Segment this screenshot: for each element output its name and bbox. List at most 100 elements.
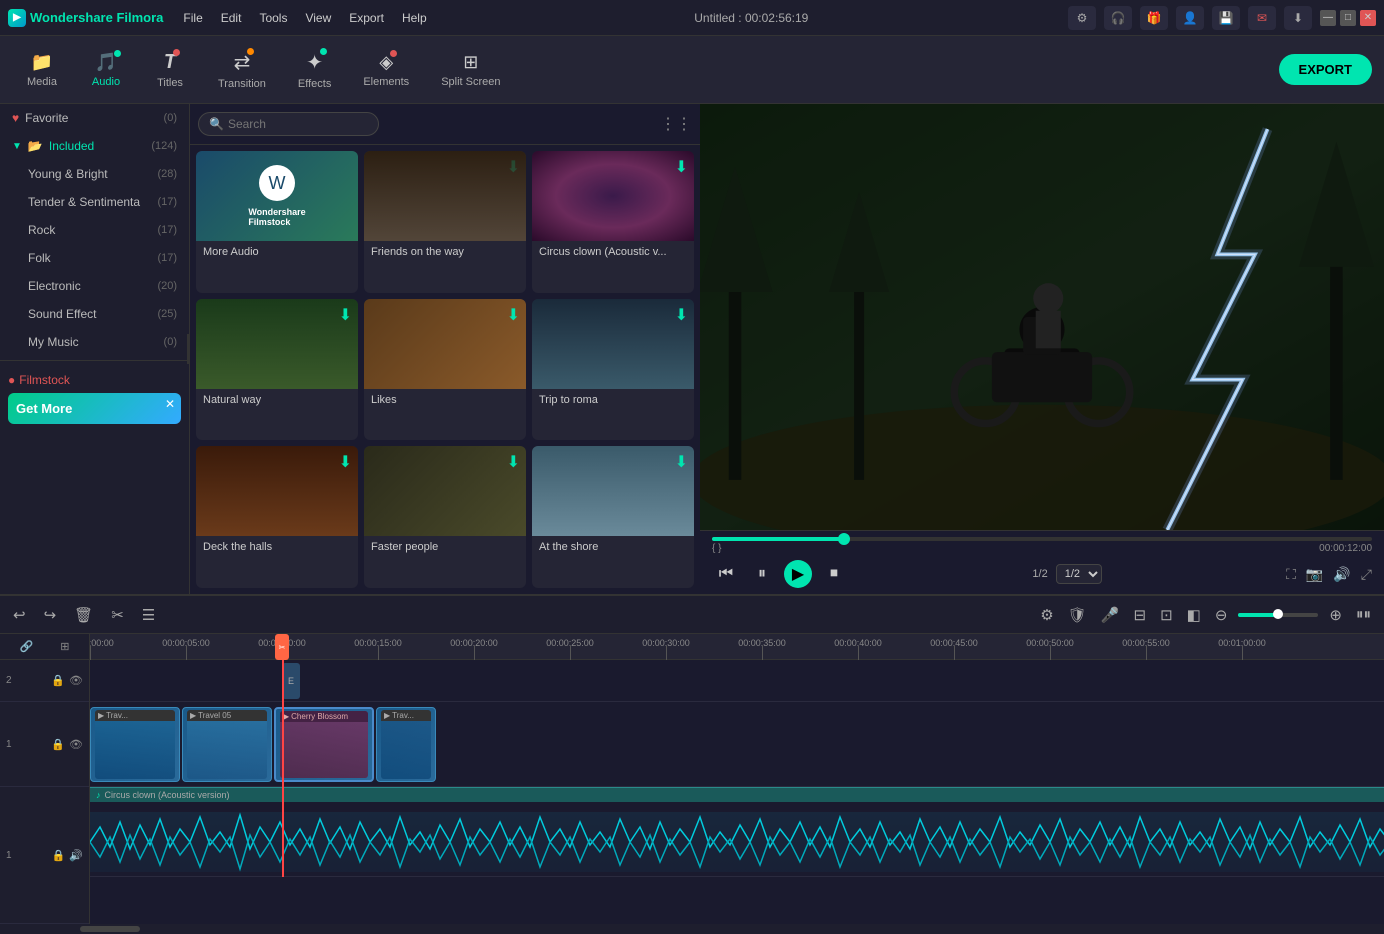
shield-icon[interactable]: 🛡 — [1065, 603, 1090, 627]
sidebar-my-music[interactable]: My Music (0) — [0, 328, 189, 356]
track-1-eye-icon[interactable]: 👁 — [69, 738, 83, 751]
minimize-button[interactable]: — — [1320, 10, 1336, 26]
clip-cherry[interactable]: ▶Cherry Blossom — [274, 707, 374, 782]
track-1-lock-icon[interactable]: 🔒 — [51, 738, 65, 751]
audio-1-lock-icon[interactable]: 🔒 — [52, 849, 66, 862]
playhead-top[interactable]: ✂ — [275, 634, 289, 660]
audio-1-volume-icon[interactable]: 🔊 — [69, 849, 83, 862]
tool-elements[interactable]: ◈ Elements — [349, 46, 423, 94]
card-more-audio[interactable]: W WondershareFilmstock More Audio — [196, 151, 358, 293]
progress-thumb[interactable] — [838, 533, 850, 545]
zoom-thumb[interactable] — [1273, 609, 1283, 619]
undo-icon[interactable]: ↩ — [10, 603, 29, 627]
card-likes[interactable]: ⬇ Likes — [364, 299, 526, 441]
tool-media[interactable]: 📁 Media — [12, 46, 72, 94]
fullscreen-icon[interactable]: ⛶ — [1286, 566, 1296, 583]
search-input[interactable] — [228, 117, 368, 131]
card-circus-clown[interactable]: ⬇ Circus clown (Acoustic v... — [532, 151, 694, 293]
clip-travel-1[interactable]: ▶Trav... — [90, 707, 180, 782]
play-button[interactable]: ▶ — [784, 560, 812, 588]
download-shore-icon[interactable]: ⬇ — [675, 452, 688, 472]
tracks-area[interactable]: 00:00:00:00 00:00:05:00 00:00:10:00 00:0… — [90, 634, 1384, 924]
card-natural-way[interactable]: ⬇ Natural way — [196, 299, 358, 441]
menu-edit[interactable]: Edit — [213, 9, 250, 27]
zoom-slider[interactable] — [1238, 613, 1318, 617]
stop-button[interactable]: ⏹ — [820, 560, 848, 588]
cut-icon[interactable]: ✂ — [108, 603, 127, 627]
sidebar-electronic[interactable]: Electronic (20) — [0, 272, 189, 300]
close-banner-button[interactable]: ✕ — [165, 397, 175, 411]
menu-tools[interactable]: Tools — [251, 9, 295, 27]
sidebar-young-bright[interactable]: Young & Bright (28) — [0, 160, 189, 188]
export-button[interactable]: EXPORT — [1279, 54, 1372, 85]
zoom-in-icon[interactable]: ⊕ — [1326, 603, 1345, 627]
volume-icon[interactable]: 🔊 — [1333, 566, 1350, 583]
filmstock-banner[interactable]: ✕ Get More — [8, 393, 181, 424]
grid-options-icon[interactable]: ⋮⋮ — [660, 114, 692, 134]
sidebar-tender[interactable]: Tender & Sentimenta (17) — [0, 188, 189, 216]
save-icon[interactable]: 💾 — [1212, 6, 1240, 30]
download-trip-icon[interactable]: ⬇ — [675, 305, 688, 325]
tool-effects[interactable]: ✦ Effects — [284, 44, 345, 96]
search-input-wrap[interactable]: 🔍 — [198, 112, 379, 136]
step-back-button[interactable]: ⏮ — [712, 560, 740, 588]
tool-titles[interactable]: T Titles — [140, 45, 200, 95]
tool-splitscreen[interactable]: ⊞ Split Screen — [427, 46, 514, 94]
progress-bar[interactable] — [712, 537, 1372, 541]
mic-icon[interactable]: 🎤 — [1098, 603, 1123, 627]
expand-icon[interactable]: ⤢ — [1361, 566, 1372, 583]
menu-export[interactable]: Export — [341, 9, 392, 27]
gift-icon[interactable]: 🎁 — [1140, 6, 1168, 30]
card-deck-halls[interactable]: ⬇ Deck the halls — [196, 446, 358, 588]
magnet-icon[interactable]: ⊞ — [60, 640, 69, 653]
sidebar-folk[interactable]: Folk (17) — [0, 244, 189, 272]
detach-icon[interactable]: ⊟ — [1130, 603, 1149, 627]
download-likes-icon[interactable]: ⬇ — [507, 305, 520, 325]
scroll-thumb[interactable] — [80, 926, 140, 932]
zoom-out-icon[interactable]: ⊖ — [1212, 603, 1231, 627]
mail-icon[interactable]: ✉ — [1248, 6, 1276, 30]
tool-transition[interactable]: ⇄ Transition — [204, 44, 280, 96]
sidebar-favorite[interactable]: ♥ Favorite (0) — [0, 104, 189, 132]
timeline-scroll[interactable] — [0, 924, 1384, 934]
sidebar-included[interactable]: ▼ 📂 Included (124) — [0, 132, 189, 160]
track-1-controls: 🔒 👁 — [51, 738, 83, 751]
link-icon[interactable]: 🔗 — [20, 640, 34, 653]
redo-icon[interactable]: ↪ — [41, 603, 60, 627]
sidebar-sound-effect[interactable]: Sound Effect (25) — [0, 300, 189, 328]
progress-bar-wrap[interactable]: { } 00:00:12:00 — [712, 537, 1372, 554]
screenshot-icon[interactable]: 📷 — [1306, 566, 1323, 583]
settings-icon[interactable]: ⚙ — [1068, 6, 1096, 30]
download-faster-icon[interactable]: ⬇ — [507, 452, 520, 472]
menu-view[interactable]: View — [297, 9, 339, 27]
pause-render-icon[interactable]: ⏸⏸ — [1353, 603, 1374, 626]
menu-file[interactable]: File — [175, 9, 210, 27]
card-friends-on-way[interactable]: ⬇ Friends on the way — [364, 151, 526, 293]
color-icon[interactable]: ◧ — [1184, 603, 1204, 627]
download-nature-icon[interactable]: ⬇ — [339, 305, 352, 325]
tool-audio[interactable]: 🎵 Audio — [76, 46, 136, 94]
page-select[interactable]: 1/2 — [1056, 564, 1102, 584]
download-deck-icon[interactable]: ⬇ — [339, 452, 352, 472]
replace-icon[interactable]: ⊡ — [1157, 603, 1176, 627]
properties-icon[interactable]: ☰ — [139, 603, 158, 627]
snap-icon[interactable]: ⚙ — [1037, 603, 1056, 627]
headset-icon[interactable]: 🎧 — [1104, 6, 1132, 30]
maximize-button[interactable]: □ — [1340, 10, 1356, 26]
pause-button[interactable]: ⏸ — [748, 560, 776, 588]
menu-help[interactable]: Help — [394, 9, 435, 27]
track-2-lock-icon[interactable]: 🔒 — [51, 674, 65, 687]
sidebar-rock[interactable]: Rock (17) — [0, 216, 189, 244]
clip-travel-2[interactable]: ▶Travel 05 — [182, 707, 272, 782]
card-faster-people[interactable]: ⬇ Faster people — [364, 446, 526, 588]
user-icon[interactable]: 👤 — [1176, 6, 1204, 30]
clip-small[interactable]: E — [282, 663, 300, 699]
close-button[interactable]: ✕ — [1360, 10, 1376, 26]
track-2-eye-icon[interactable]: 👁 — [69, 674, 83, 687]
delete-icon[interactable]: 🗑 — [71, 603, 96, 627]
clip-travel-4[interactable]: ▶Trav... — [376, 707, 436, 782]
card-trip-to-roma[interactable]: ⬇ Trip to roma — [532, 299, 694, 441]
download-circus-icon[interactable]: ⬇ — [675, 157, 688, 177]
download-icon[interactable]: ⬇ — [1284, 6, 1312, 30]
card-at-shore[interactable]: ⬇ At the shore — [532, 446, 694, 588]
